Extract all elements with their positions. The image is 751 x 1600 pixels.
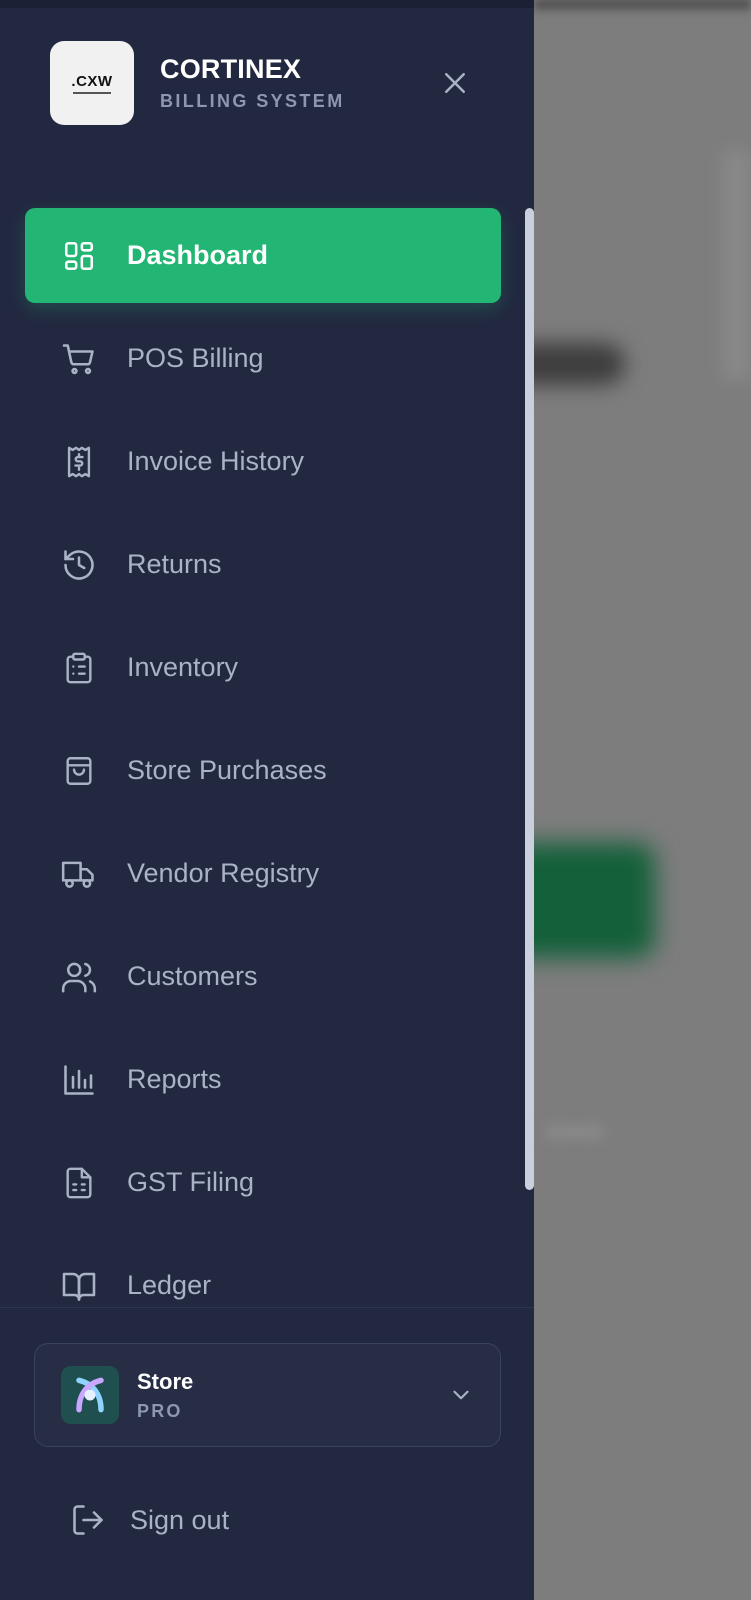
truck-icon [59, 854, 99, 894]
history-clock-icon [59, 545, 99, 585]
store-name: Store [137, 1368, 194, 1394]
log-out-icon [68, 1500, 108, 1540]
sidebar-item-label: Returns [127, 549, 222, 579]
brand-logo: .CXW [50, 41, 134, 125]
backdrop-header-shade [534, 0, 751, 14]
store-avatar [61, 1366, 119, 1424]
backdrop-card-edge [722, 150, 751, 380]
sidebar-nav: Dashboard POS Billing Invoice History Re… [0, 192, 520, 1307]
users-icon [59, 957, 99, 997]
sidebar-item-label: Ledger [127, 1270, 212, 1300]
store-text: Store PRO [137, 1369, 193, 1422]
receipt-dollar-icon [59, 442, 99, 482]
sidebar-item-dashboard[interactable]: Dashboard [25, 208, 501, 303]
store-switcher[interactable]: Store PRO [34, 1343, 501, 1447]
sidebar-item-label: Dashboard [127, 240, 269, 270]
brand-header: .CXW CORTINEX BILLING SYSTEM [50, 41, 345, 125]
sidebar-item-vendor-registry[interactable]: Vendor Registry [25, 826, 501, 921]
sidebar-item-store-purchases[interactable]: Store Purchases [25, 723, 501, 818]
sidebar-item-gst-filing[interactable]: GST Filing [25, 1135, 501, 1230]
store-plan-badge: PRO [137, 1400, 183, 1421]
sidebar-drawer: .CXW CORTINEX BILLING SYSTEM Dashboard P… [0, 0, 534, 1600]
bar-chart-icon [59, 1060, 99, 1100]
sidebar-item-label: POS Billing [127, 343, 264, 373]
close-icon [445, 73, 465, 93]
drawer-top-strip [0, 0, 534, 8]
close-drawer-button[interactable] [436, 64, 474, 102]
brand-text: CORTINEX BILLING SYSTEM [160, 54, 345, 112]
sidebar-item-label: Invoice History [127, 446, 305, 476]
sidebar-item-label: Inventory [127, 652, 239, 682]
backdrop-text-line [545, 1125, 605, 1139]
sidebar-item-label: Reports [127, 1064, 222, 1094]
sidebar-item-reports[interactable]: Reports [25, 1032, 501, 1127]
sidebar-item-customers[interactable]: Customers [25, 929, 501, 1024]
sign-out-button[interactable]: Sign out [50, 1490, 350, 1550]
sidebar-item-label: Customers [127, 961, 258, 991]
open-book-icon [59, 1266, 99, 1306]
sidebar-item-label: GST Filing [127, 1167, 255, 1197]
shopping-bag-icon [59, 751, 99, 791]
brand-tagline: BILLING SYSTEM [160, 91, 345, 111]
nav-divider [0, 1307, 534, 1308]
logo-text: .CXW [71, 72, 113, 90]
sidebar-item-invoice-history[interactable]: Invoice History [25, 414, 501, 509]
dashboard-grid-icon [59, 236, 99, 276]
logo-underline [73, 91, 111, 94]
sidebar-item-pos-billing[interactable]: POS Billing [25, 311, 501, 406]
clipboard-list-icon [59, 648, 99, 688]
brand-name: CORTINEX [160, 54, 302, 84]
sidebar-item-label: Store Purchases [127, 755, 327, 785]
sidebar-item-ledger[interactable]: Ledger [25, 1238, 501, 1307]
nav-scrollbar[interactable] [525, 208, 534, 1190]
sidebar-item-returns[interactable]: Returns [25, 517, 501, 612]
sign-out-label: Sign out [130, 1504, 230, 1535]
sidebar-item-inventory[interactable]: Inventory [25, 620, 501, 715]
file-spreadsheet-icon [59, 1163, 99, 1203]
shopping-cart-icon [59, 339, 99, 379]
store-logo-icon [76, 1377, 104, 1413]
chevron-down-icon [453, 1390, 469, 1400]
sidebar-item-label: Vendor Registry [127, 858, 320, 888]
